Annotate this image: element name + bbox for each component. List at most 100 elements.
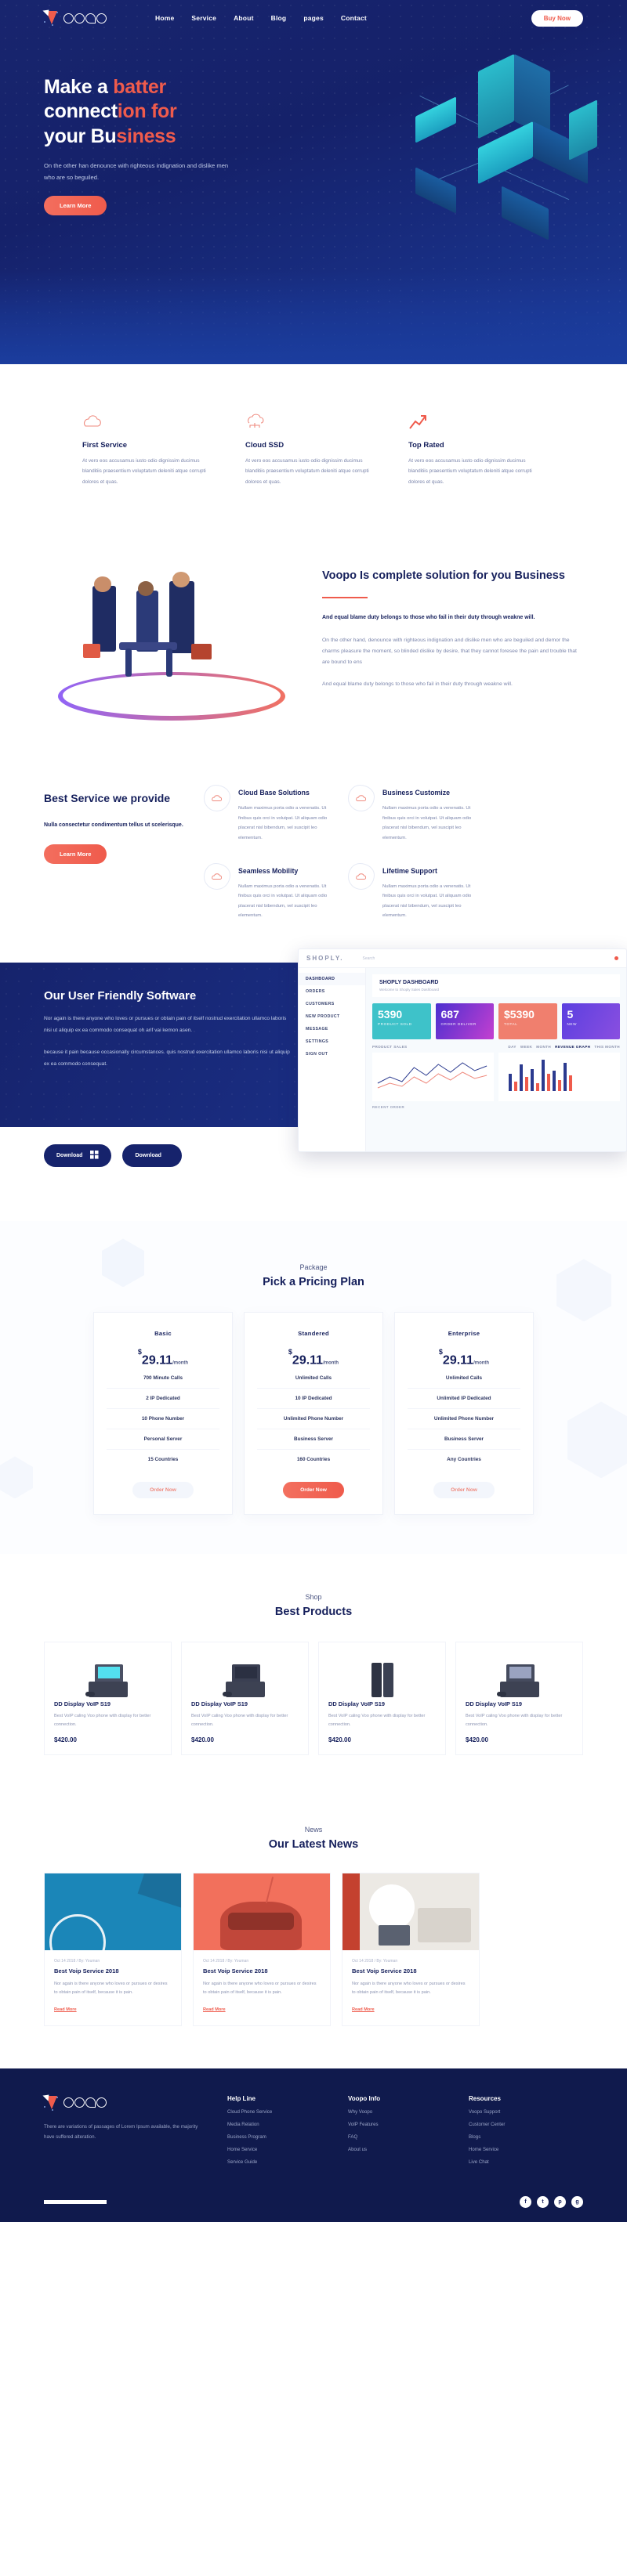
nav-item-blog[interactable]: Blog bbox=[271, 14, 287, 22]
footer-link[interactable]: Customer Center bbox=[469, 2122, 563, 2127]
plan-feature: Business Server bbox=[257, 1429, 370, 1450]
solution-title: Voopo Is complete solution for you Busin… bbox=[322, 569, 565, 583]
facebook-icon[interactable]: f bbox=[520, 2195, 531, 2208]
product-card[interactable]: DD Display VoIP S19 Best VoIP caling Voo… bbox=[318, 1641, 446, 1756]
voip-phone-icon bbox=[85, 1661, 131, 1697]
product-price: $420.00 bbox=[466, 1736, 488, 1744]
feature-text: At vero eos accusamus iusto odio digniss… bbox=[245, 458, 369, 485]
news-eyebrow: News bbox=[304, 1826, 323, 1834]
product-desc: Best VoIP caling Voo phone with display … bbox=[191, 1713, 288, 1727]
service-text: Nullam maximus porta odio a venenatis. U… bbox=[382, 883, 472, 919]
dashboard-menu-settings[interactable]: SETTINGS bbox=[299, 1035, 365, 1048]
footer-link[interactable]: Why Voopo bbox=[348, 2109, 442, 2115]
news-image-vr-headset bbox=[194, 1873, 330, 1951]
plan-feature: 15 Countries bbox=[147, 1456, 179, 1462]
google-plus-icon[interactable]: g bbox=[571, 2195, 583, 2208]
dashboard-mockup: SHOPLY. Search DASHBOARD ORDERS CUSTOMER… bbox=[298, 948, 627, 1153]
revenue-bar-chart bbox=[498, 1053, 620, 1102]
nav-item-home[interactable]: Home bbox=[155, 14, 174, 22]
footer-brand-logo[interactable] bbox=[42, 2094, 201, 2111]
news-card[interactable]: Oct 14 2018 / By: Youman Best Voip Servi… bbox=[193, 1873, 331, 2026]
product-card[interactable]: DD Display VoIP S19 Best VoIP caling Voo… bbox=[455, 1641, 583, 1756]
news-read-more-link[interactable]: Read More bbox=[203, 2007, 226, 2012]
news-title: Our Latest News bbox=[268, 1838, 359, 1852]
kpi-label: TOTAL bbox=[504, 1022, 518, 1027]
dashboard-search-input[interactable]: Search bbox=[363, 956, 375, 961]
nav-item-about[interactable]: About bbox=[234, 14, 254, 22]
product-card[interactable]: DD Display VoIP S19 Best VoIP caling Voo… bbox=[181, 1641, 309, 1756]
dashboard-toggle-week[interactable]: WEEK bbox=[520, 1045, 532, 1049]
order-now-button-standered[interactable]: Order Now bbox=[283, 1481, 344, 1498]
service-item: Lifetime Support Nullam maximus porta od… bbox=[348, 862, 473, 921]
download-windows-button[interactable]: Download bbox=[44, 1144, 112, 1168]
nav-item-service[interactable]: Service bbox=[191, 14, 216, 22]
plan-period: /month bbox=[323, 1360, 339, 1366]
news-read-more-link[interactable]: Read More bbox=[352, 2007, 375, 2012]
page-root: Home Service About Blog pages Contact Bu… bbox=[0, 0, 627, 2222]
plan-price: $29.11/month bbox=[107, 1348, 219, 1367]
nav-item-contact[interactable]: Contact bbox=[341, 14, 367, 22]
feature-title: Cloud SSD bbox=[245, 441, 285, 450]
plan-feature: Unlimited Phone Number bbox=[257, 1409, 370, 1429]
hero-isometric-illustration bbox=[384, 53, 619, 247]
pinterest-icon[interactable]: p bbox=[554, 2195, 566, 2208]
news-excerpt: Nor again is there anyone who loves or p… bbox=[203, 1982, 317, 1996]
cloud-icon bbox=[348, 785, 375, 812]
footer-link[interactable]: Media Relation bbox=[227, 2122, 321, 2127]
best-service-learn-more-button[interactable]: Learn More bbox=[44, 844, 107, 864]
feature-text: At vero eos accusamus iusto odio digniss… bbox=[82, 458, 206, 485]
dashboard-header-card: SHOPLY DASHBOARD Welcome to Shoply Sales… bbox=[372, 974, 620, 998]
plan-amount: 29.11 bbox=[141, 1353, 173, 1367]
plan-feature: 2 IP Dedicated bbox=[107, 1389, 219, 1409]
service-title: Seamless Mobility bbox=[238, 866, 299, 875]
news-card[interactable]: Oct 14 2018 / By: Youman Best Voip Servi… bbox=[44, 1873, 182, 2026]
footer-link[interactable]: VoIP Features bbox=[348, 2122, 442, 2127]
nav-item-pages[interactable]: pages bbox=[303, 14, 324, 22]
cloud-icon bbox=[348, 862, 375, 890]
twitter-icon[interactable]: t bbox=[537, 2195, 549, 2208]
software-title: Our User Friendly Software bbox=[44, 989, 197, 1003]
product-card[interactable]: DD Display VoIP S19 Best VoIP caling Voo… bbox=[44, 1641, 172, 1756]
plan-feature: 160 Countries bbox=[296, 1456, 331, 1462]
footer-link[interactable]: FAQ bbox=[348, 2134, 442, 2140]
plan-feature: Unlimited IP Dedicated bbox=[408, 1389, 520, 1409]
footer-link[interactable]: About us bbox=[348, 2147, 442, 2152]
plan-currency: $ bbox=[137, 1348, 142, 1357]
footer-link[interactable]: Blogs bbox=[469, 2134, 563, 2140]
dashboard-menu-customers[interactable]: CUSTOMERS bbox=[299, 998, 365, 1010]
footer-link[interactable]: Home Service bbox=[227, 2147, 321, 2152]
hero-learn-more-button[interactable]: Learn More bbox=[44, 196, 107, 216]
order-now-button-basic[interactable]: Order Now bbox=[132, 1481, 194, 1498]
dashboard-menu-orders[interactable]: ORDERS bbox=[299, 985, 365, 998]
download-apple-button[interactable]: Download bbox=[122, 1144, 182, 1168]
footer-link[interactable]: Voopo Support bbox=[469, 2109, 563, 2115]
footer-link[interactable]: Cloud Phone Service bbox=[227, 2109, 321, 2115]
service-item: Cloud Base Solutions Nullam maximus port… bbox=[204, 785, 329, 843]
order-now-button-enterprise[interactable]: Order Now bbox=[433, 1481, 495, 1498]
dashboard-panel-title: SHOPLY DASHBOARD bbox=[379, 980, 439, 986]
buy-now-button[interactable]: Buy Now bbox=[531, 9, 583, 27]
footer-link[interactable]: Live Chat bbox=[469, 2159, 563, 2165]
footer-link[interactable]: Home Service bbox=[469, 2147, 563, 2152]
dashboard-menu-sign-out[interactable]: SIGN OUT bbox=[299, 1048, 365, 1060]
product-image bbox=[45, 1642, 171, 1700]
notification-icon[interactable] bbox=[614, 956, 618, 961]
news-read-more-link[interactable]: Read More bbox=[54, 2007, 77, 2012]
dashboard-toggle-day[interactable]: DAY bbox=[508, 1045, 516, 1049]
plan-feature: 10 Phone Number bbox=[107, 1409, 219, 1429]
features-section: First Service At vero eos accusamus iust… bbox=[0, 364, 627, 519]
news-section: News Our Latest News Oct 14 2018 / By: Y… bbox=[0, 1791, 627, 2068]
brand-logo[interactable] bbox=[42, 9, 107, 26]
dashboard-menu-new-product[interactable]: NEW PRODUCT bbox=[299, 1010, 365, 1023]
hero-section: Home Service About Blog pages Contact Bu… bbox=[0, 0, 627, 364]
dashboard-menu-message[interactable]: MESSAGE bbox=[299, 1023, 365, 1035]
voip-phone-icon bbox=[222, 1661, 268, 1697]
dashboard-menu-dashboard[interactable]: DASHBOARD bbox=[299, 973, 365, 986]
footer-link[interactable]: Service Guide bbox=[227, 2159, 321, 2165]
news-card[interactable]: Oct 14 2018 / By: Youman Best Voip Servi… bbox=[342, 1873, 480, 2026]
dashboard-toggle-month[interactable]: MONTH bbox=[536, 1045, 551, 1049]
footer-link[interactable]: Business Program bbox=[227, 2134, 321, 2140]
cordless-phone-icon bbox=[371, 1661, 394, 1697]
kpi-card: 5 NEW bbox=[561, 1003, 620, 1040]
plan-price: $29.11/month bbox=[408, 1348, 520, 1367]
